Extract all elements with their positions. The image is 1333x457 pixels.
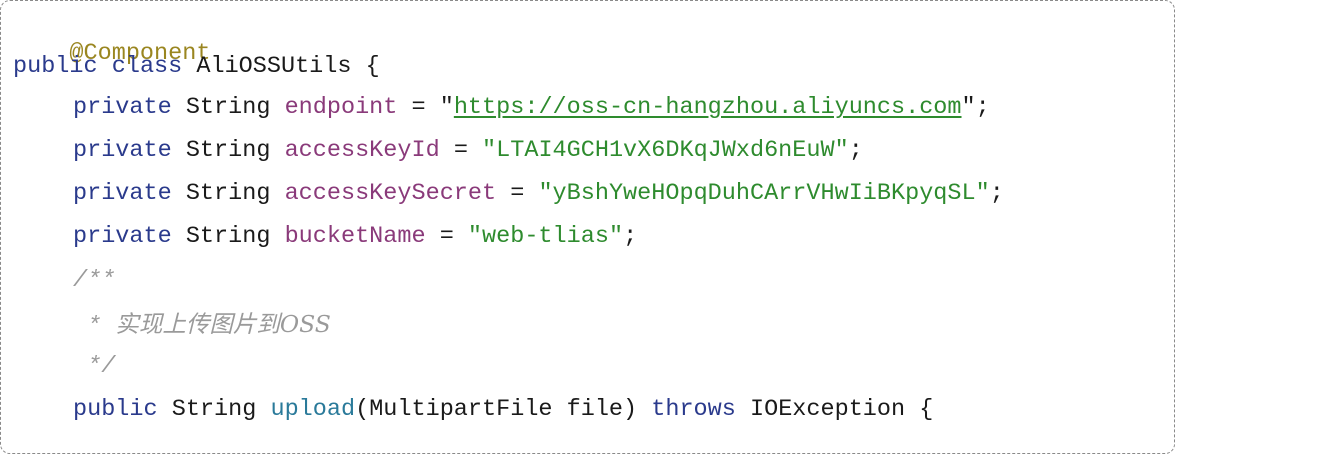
keyword-class: class	[111, 53, 183, 80]
keyword-private: private	[73, 180, 172, 207]
field-type: String	[185, 137, 271, 164]
open-brace: {	[919, 396, 934, 423]
field-type: String	[185, 223, 271, 250]
semicolon: ;	[975, 94, 990, 121]
quote-close: "	[961, 94, 976, 121]
comment-close-line: */	[13, 352, 115, 382]
method-declaration-line: public String upload(MultipartFile file)…	[13, 395, 933, 425]
code-block: @Component public class AliOSSUtils { pr…	[0, 0, 1175, 454]
field-line-endpoint: private String endpoint = "https://oss-c…	[13, 93, 990, 123]
comment-text-line: * 实现上传图片到OSS	[13, 309, 331, 340]
class-declaration-line: public class AliOSSUtils {	[13, 52, 380, 82]
field-name: accessKeySecret	[284, 180, 497, 207]
semicolon: ;	[848, 137, 863, 164]
exception-type: IOException	[749, 396, 906, 423]
assign-operator: =	[453, 137, 468, 164]
comment-open: /**	[73, 267, 116, 294]
keyword-throws: throws	[651, 396, 736, 423]
semicolon: ;	[989, 180, 1004, 207]
keyword-public: public	[73, 396, 158, 423]
comment-open-line: /**	[13, 266, 115, 296]
keyword-private: private	[73, 94, 172, 121]
string-literal: "web-tlias"	[467, 223, 624, 250]
method-name: upload	[270, 396, 356, 423]
field-type: String	[185, 180, 271, 207]
field-name: bucketName	[284, 223, 426, 250]
field-name: endpoint	[284, 94, 398, 121]
field-name: accessKeyId	[284, 137, 440, 164]
comment-text: 实现上传图片到OSS	[115, 310, 331, 338]
assign-operator: =	[411, 94, 426, 121]
field-type: String	[185, 94, 271, 121]
field-line-bucket-name: private String bucketName = "web-tlias";	[13, 222, 637, 252]
annotation-line: @Component	[13, 9, 210, 67]
keyword-private: private	[73, 223, 172, 250]
comment-star: *	[87, 313, 102, 340]
field-line-access-key-secret: private String accessKeySecret = "yBshYw…	[13, 179, 1004, 209]
class-name: AliOSSUtils	[196, 53, 352, 80]
method-params: (MultipartFile file)	[355, 396, 638, 423]
open-brace: {	[365, 53, 380, 80]
return-type: String	[171, 396, 257, 423]
string-literal: "LTAI4GCH1vX6DKqJWxd6nEuW"	[482, 137, 849, 164]
comment-close: */	[87, 353, 116, 380]
keyword-private: private	[73, 137, 172, 164]
field-line-access-key-id: private String accessKeyId = "LTAI4GCH1v…	[13, 136, 863, 166]
assign-operator: =	[510, 180, 525, 207]
keyword-public: public	[13, 53, 98, 80]
semicolon: ;	[623, 223, 638, 250]
assign-operator: =	[439, 223, 454, 250]
string-literal: "yBshYweHOpqDuhCArrVHwIiBKpyqSL"	[538, 180, 990, 207]
endpoint-url-link[interactable]: https://oss-cn-hangzhou.aliyuncs.com	[454, 94, 962, 121]
quote-open: "	[439, 94, 454, 121]
